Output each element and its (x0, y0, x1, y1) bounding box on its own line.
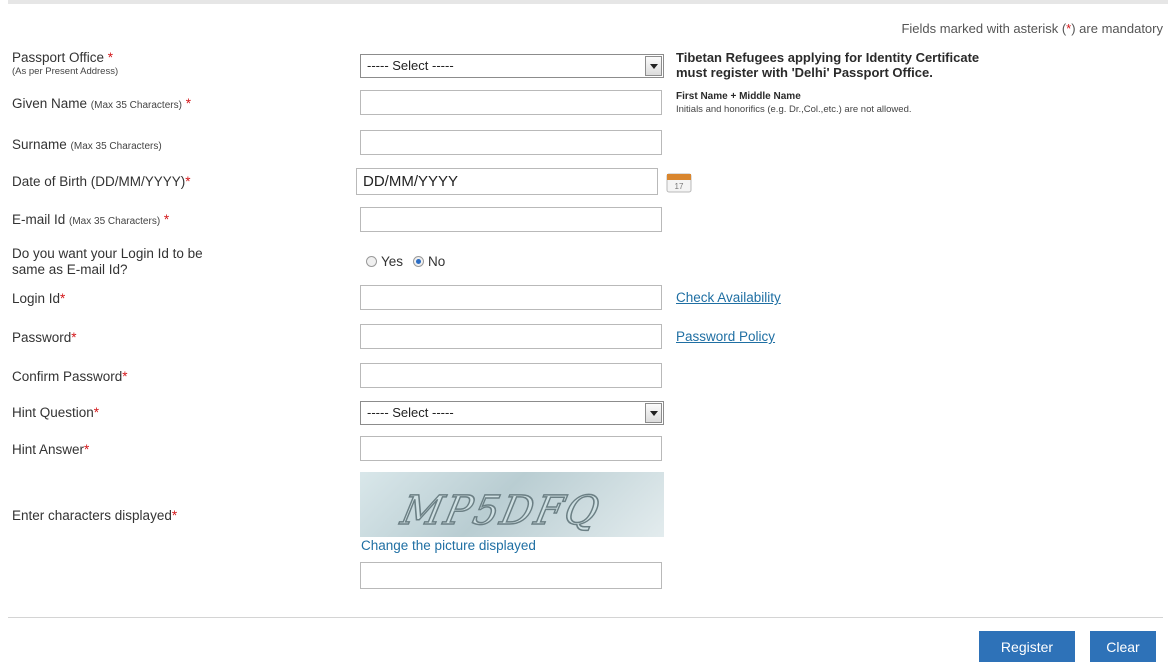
email-input[interactable] (360, 207, 662, 232)
given-name-label: Given Name (Max 35 Characters) * (12, 96, 191, 114)
radio-no[interactable] (413, 256, 425, 267)
chevron-down-icon[interactable] (645, 403, 662, 423)
confirm-password-label: Confirm Password* (12, 369, 128, 385)
clear-button[interactable]: Clear (1090, 631, 1156, 662)
password-input[interactable] (360, 324, 662, 349)
captcha-label: Enter characters displayed* (12, 508, 177, 524)
surname-hint: (Max 35 Characters) (70, 141, 162, 152)
captcha-image-text: MP5DFQ (396, 487, 605, 535)
hint-question-label: Hint Question* (12, 405, 99, 421)
dob-input-value: DD/MM/YYYY (363, 173, 459, 190)
required-marker: * (60, 291, 66, 306)
radio-no-label[interactable]: No (428, 254, 445, 269)
dob-label-text: Date of Birth (DD/MM/YYYY) (12, 174, 186, 189)
email-hint: (Max 35 Characters) (69, 216, 161, 227)
password-policy-link[interactable]: Password Policy (676, 329, 775, 344)
password-label: Password* (12, 330, 77, 346)
required-marker: * (163, 212, 170, 227)
passport-office-select[interactable]: ----- Select ----- (360, 54, 664, 78)
given-name-label-text: Given Name (12, 96, 91, 111)
radio-yes-label[interactable]: Yes (381, 254, 403, 269)
dob-label: Date of Birth (DD/MM/YYYY)* (12, 174, 191, 190)
required-marker: * (185, 96, 191, 111)
hint-question-label-text: Hint Question (12, 405, 94, 420)
captcha-input[interactable] (360, 562, 662, 589)
email-label-text: E-mail Id (12, 212, 70, 227)
passport-office-label: Passport Office * (As per Present Addres… (12, 50, 118, 78)
login-id-label: Login Id* (12, 291, 65, 307)
mandatory-note-prefix: Fields marked with asterisk ( (901, 21, 1067, 36)
mandatory-note-suffix: ) are mandatory (1071, 21, 1163, 36)
change-picture-link[interactable]: Change the picture displayed (361, 538, 536, 553)
confirm-password-input[interactable] (360, 363, 662, 388)
check-availability-link[interactable]: Check Availability (676, 290, 781, 305)
login-same-label: Do you want your Login Id to be same as … (12, 246, 203, 278)
dob-input[interactable]: DD/MM/YYYY (356, 168, 658, 195)
tibetan-refugee-note: Tibetan Refugees applying for Identity C… (676, 50, 979, 80)
required-marker: * (71, 330, 77, 345)
login-id-input[interactable] (360, 285, 662, 310)
required-marker: * (93, 405, 100, 420)
passport-office-sublabel: (As per Present Address) (12, 66, 119, 77)
required-marker: * (185, 174, 191, 189)
login-id-label-text: Login Id (12, 291, 61, 306)
tibetan-note-line1: Tibetan Refugees applying for Identity C… (676, 50, 980, 65)
surname-input[interactable] (360, 130, 662, 155)
login-same-label-line1: Do you want your Login Id to be (12, 246, 203, 261)
hint-answer-label: Hint Answer* (12, 442, 89, 458)
passport-office-label-text: Passport Office (12, 50, 108, 65)
calendar-icon-day: 17 (675, 182, 684, 191)
captcha-label-text: Enter characters displayed (12, 508, 172, 523)
top-border (8, 0, 1168, 4)
tibetan-note-line2: must register with 'Delhi' Passport Offi… (676, 65, 933, 80)
required-marker: * (171, 508, 178, 523)
login-same-radio-group: Yes No (366, 254, 445, 269)
given-name-input[interactable] (360, 90, 662, 115)
mandatory-note: Fields marked with asterisk (*) are mand… (901, 21, 1163, 36)
name-note-title: First Name + Middle Name (676, 91, 801, 102)
required-marker: * (84, 442, 90, 457)
required-marker: * (107, 50, 114, 65)
hint-question-select[interactable]: ----- Select ----- (360, 401, 664, 425)
name-note-detail: Initials and honorifics (e.g. Dr.,Col.,e… (676, 104, 912, 115)
calendar-icon[interactable]: 17 (666, 173, 692, 193)
register-button[interactable]: Register (979, 631, 1075, 662)
email-label: E-mail Id (Max 35 Characters) * (12, 212, 169, 230)
surname-label: Surname (Max 35 Characters) (12, 137, 162, 155)
hint-answer-label-text: Hint Answer (12, 442, 85, 457)
given-name-hint: (Max 35 Characters) (90, 100, 182, 111)
required-marker: * (122, 369, 128, 384)
confirm-password-label-text: Confirm Password (12, 369, 123, 384)
form-divider (8, 617, 1163, 618)
radio-yes[interactable] (366, 256, 377, 267)
hint-question-select-value: ----- Select ----- (367, 405, 454, 420)
surname-label-text: Surname (12, 137, 71, 152)
chevron-down-icon[interactable] (645, 56, 662, 76)
password-label-text: Password (12, 330, 72, 345)
passport-office-select-value: ----- Select ----- (367, 58, 454, 73)
captcha-image: MP5DFQ (360, 472, 664, 537)
login-same-label-line2: same as E-mail Id? (12, 262, 128, 277)
hint-answer-input[interactable] (360, 436, 662, 461)
